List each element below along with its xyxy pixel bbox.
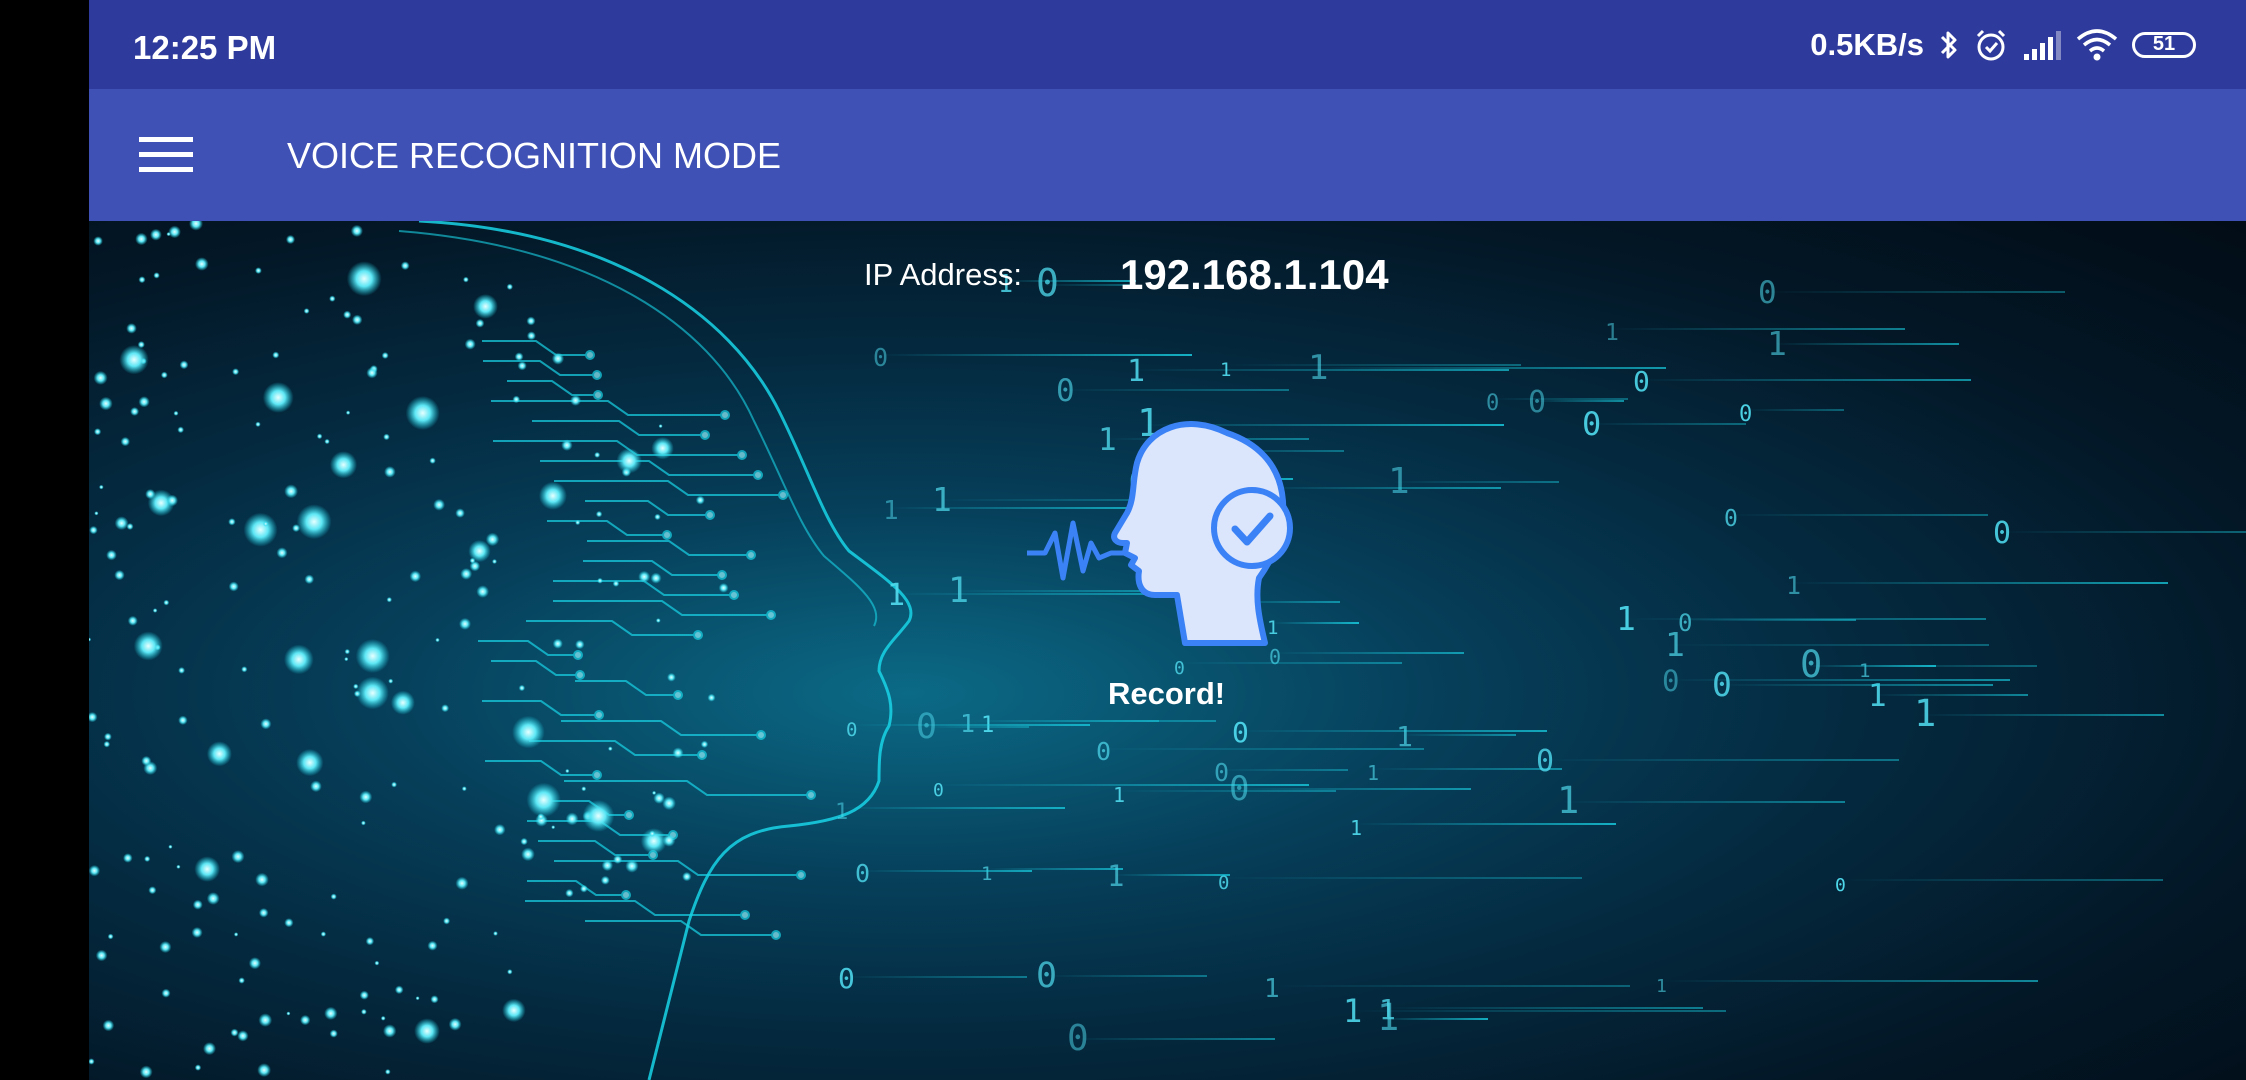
status-bar: 12:25 PM 0.5KB/s 51	[89, 0, 2246, 89]
svg-text:0: 0	[1582, 405, 1601, 443]
svg-text:0: 0	[855, 859, 870, 888]
status-icons: 0.5KB/s 51	[1810, 0, 2196, 89]
svg-text:0: 0	[1993, 516, 2011, 551]
svg-text:1: 1	[1367, 761, 1379, 785]
signal-icon	[2022, 30, 2062, 60]
svg-text:0: 0	[846, 719, 857, 741]
svg-text:0: 0	[1633, 365, 1650, 398]
svg-text:0: 0	[838, 962, 855, 995]
svg-text:1: 1	[1616, 599, 1636, 638]
svg-text:0: 0	[1678, 609, 1692, 637]
svg-text:1: 1	[835, 800, 848, 825]
svg-text:0: 0	[1662, 664, 1679, 698]
svg-text:0: 0	[1036, 956, 1057, 996]
app-bar: VOICE RECOGNITION MODE	[89, 89, 2246, 221]
svg-text:0: 0	[1067, 1018, 1089, 1059]
svg-text:1: 1	[1343, 992, 1362, 1030]
svg-text:0: 0	[1536, 744, 1554, 779]
svg-text:0: 0	[1835, 875, 1846, 896]
svg-text:0: 0	[1758, 275, 1777, 311]
svg-text:1: 1	[1868, 678, 1887, 714]
svg-text:0: 0	[1712, 665, 1732, 704]
svg-text:1: 1	[1350, 816, 1362, 840]
network-speed: 0.5KB/s	[1810, 26, 1924, 62]
svg-text:0: 0	[1229, 769, 1249, 809]
svg-text:1: 1	[960, 709, 975, 738]
svg-text:1: 1	[1388, 461, 1410, 502]
screen: 12:25 PM 0.5KB/s 51 VOICE RECOGNITION MO…	[0, 0, 2246, 1080]
svg-text:1: 1	[887, 578, 905, 613]
svg-text:0: 0	[1739, 402, 1752, 427]
svg-text:1: 1	[1656, 976, 1667, 997]
hamburger-menu-icon	[139, 137, 193, 172]
battery-icon: 51	[2132, 31, 2196, 58]
main-content: 1110110100011011001011001101010011101110…	[89, 221, 2246, 1080]
alarm-icon	[1974, 28, 2008, 62]
svg-text:1: 1	[1396, 720, 1413, 753]
svg-text:0: 0	[1528, 385, 1546, 420]
svg-text:1: 1	[1786, 571, 1801, 600]
menu-button[interactable]	[129, 127, 203, 183]
wifi-icon	[2076, 28, 2118, 61]
battery-level: 51	[2152, 33, 2176, 55]
ip-address-value: 192.168.1.104	[1120, 251, 1389, 298]
svg-text:0: 0	[933, 780, 944, 801]
app-title: VOICE RECOGNITION MODE	[287, 135, 782, 176]
svg-text:1: 1	[1605, 320, 1619, 346]
svg-text:0: 0	[916, 707, 937, 747]
svg-text:0: 0	[1096, 737, 1111, 766]
svg-text:1: 1	[981, 863, 992, 885]
svg-text:1: 1	[1264, 974, 1280, 1004]
voice-recognition-head-icon	[1024, 421, 1293, 646]
ip-address-label: IP Address:	[864, 257, 1022, 292]
svg-text:1: 1	[1220, 359, 1231, 381]
record-button[interactable]	[1024, 403, 1317, 723]
svg-text:1: 1	[1859, 660, 1870, 682]
svg-text:0: 0	[1036, 261, 1059, 305]
record-label: Record!	[1108, 676, 1226, 711]
svg-text:1: 1	[932, 480, 952, 519]
svg-text:0: 0	[1486, 391, 1499, 416]
svg-text:1: 1	[1127, 354, 1145, 389]
svg-text:0: 0	[1214, 758, 1229, 787]
svg-text:1: 1	[1557, 779, 1579, 822]
svg-text:1: 1	[948, 571, 969, 611]
svg-text:1: 1	[1107, 859, 1124, 893]
svg-text:1: 1	[1377, 996, 1399, 1039]
bluetooth-icon	[1938, 28, 1960, 62]
svg-text:0: 0	[873, 343, 888, 372]
svg-text:1: 1	[1113, 783, 1125, 807]
svg-text:1: 1	[883, 496, 899, 526]
svg-text:1: 1	[1308, 348, 1328, 388]
left-black-bar	[0, 0, 89, 1080]
svg-text:1: 1	[1914, 692, 1936, 735]
svg-text:0: 0	[1724, 506, 1738, 532]
status-time: 12:25 PM	[133, 29, 277, 66]
